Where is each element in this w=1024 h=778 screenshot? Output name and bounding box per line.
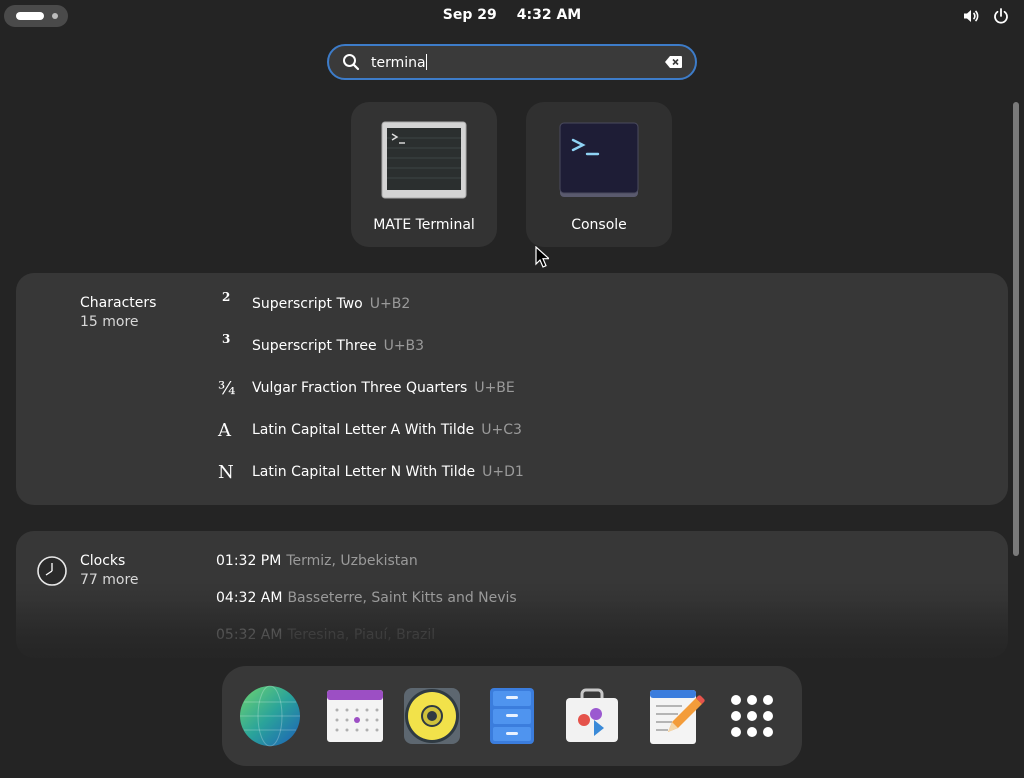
clock-place: Basseterre, Saint Kitts and Nevis [287, 590, 517, 606]
clock-place: Teresina, Piauí, Brazil [287, 627, 436, 643]
char-glyph: ¾ [218, 377, 236, 399]
char-name: Superscript Two [252, 296, 363, 312]
top-bar: Sep 29 4:32 AM [0, 0, 1024, 32]
app-label: MATE Terminal [373, 217, 475, 233]
list-item[interactable]: 04:32 AM Basseterre, Saint Kitts and Nev… [216, 590, 517, 606]
app-grid-icon[interactable] [720, 684, 784, 748]
date-label: Sep 29 [442, 7, 497, 23]
char-glyph: 3 [222, 332, 231, 346]
time-label: 4:32 AM [516, 7, 582, 23]
clock-place: Termiz, Uzbekistan [286, 553, 418, 569]
char-glyph: A [218, 419, 231, 441]
list-item[interactable]: ¾ Vulgar Fraction Three Quarters U+BE [216, 376, 515, 400]
dock [222, 666, 802, 766]
char-code: U+B2 [369, 296, 411, 312]
char-code: U+C3 [481, 422, 522, 438]
list-item[interactable]: 01:32 PM Termiz, Uzbekistan [216, 553, 418, 569]
volume-icon [964, 10, 979, 22]
char-name: Superscript Three [252, 338, 377, 354]
provider-more-count[interactable]: 77 more [80, 572, 139, 588]
list-item[interactable]: 3 Superscript Three U+B3 [216, 332, 425, 358]
globe-browser-icon[interactable] [238, 684, 302, 748]
list-item[interactable]: N Latin Capital Letter N With Tilde U+D1 [216, 460, 524, 484]
provider-title[interactable]: Clocks [80, 553, 125, 569]
clear-icon[interactable] [665, 55, 683, 69]
clock-time: 01:32 PM [216, 553, 282, 569]
date-time-button[interactable]: Sep 29 4:32 AM [0, 7, 1024, 23]
rhythmbox-speaker-icon[interactable] [400, 684, 464, 748]
mate-terminal-icon [381, 121, 467, 199]
char-glyph: 2 [222, 290, 231, 304]
power-icon [994, 8, 1008, 24]
app-result-console[interactable]: Console [526, 102, 672, 247]
clocks-provider-panel: Clocks 77 more 01:32 PM Termiz, Uzbekist… [16, 531, 1008, 658]
files-cabinet-icon[interactable] [480, 684, 544, 748]
clock-time: 05:32 AM [216, 627, 283, 643]
list-item[interactable]: 2 Superscript Two U+B2 [216, 290, 411, 316]
search-query: termina [371, 54, 426, 71]
search-icon [343, 54, 360, 71]
text-editor-icon[interactable] [642, 684, 706, 748]
clock-icon[interactable] [36, 555, 68, 587]
text-caret [425, 53, 427, 70]
char-code: U+D1 [482, 464, 524, 480]
characters-provider-panel: Characters 15 more 2 Superscript Two U+B… [16, 273, 1008, 505]
console-icon [559, 122, 639, 197]
calendar-icon[interactable] [323, 684, 387, 748]
clock-time: 04:32 AM [216, 590, 283, 606]
char-name: Latin Capital Letter A With Tilde [252, 422, 475, 438]
char-code: U+BE [474, 380, 515, 396]
char-code: U+B3 [383, 338, 425, 354]
char-glyph: N [218, 461, 234, 483]
app-result-mate-terminal[interactable]: MATE Terminal [351, 102, 497, 247]
list-item[interactable]: A Latin Capital Letter A With Tilde U+C3 [216, 418, 522, 442]
provider-title[interactable]: Characters [80, 295, 156, 311]
system-menu[interactable] [962, 7, 1010, 25]
mouse-cursor-icon [535, 246, 549, 268]
provider-more-count[interactable]: 15 more [80, 314, 139, 330]
list-item[interactable]: 05:32 AM Teresina, Piauí, Brazil [216, 627, 435, 643]
scrollbar[interactable] [1013, 102, 1019, 556]
char-name: Latin Capital Letter N With Tilde [252, 464, 476, 480]
char-name: Vulgar Fraction Three Quarters [252, 380, 468, 396]
search-input[interactable]: termina [327, 44, 697, 80]
app-label: Console [571, 217, 627, 233]
software-bag-icon[interactable] [560, 684, 624, 748]
